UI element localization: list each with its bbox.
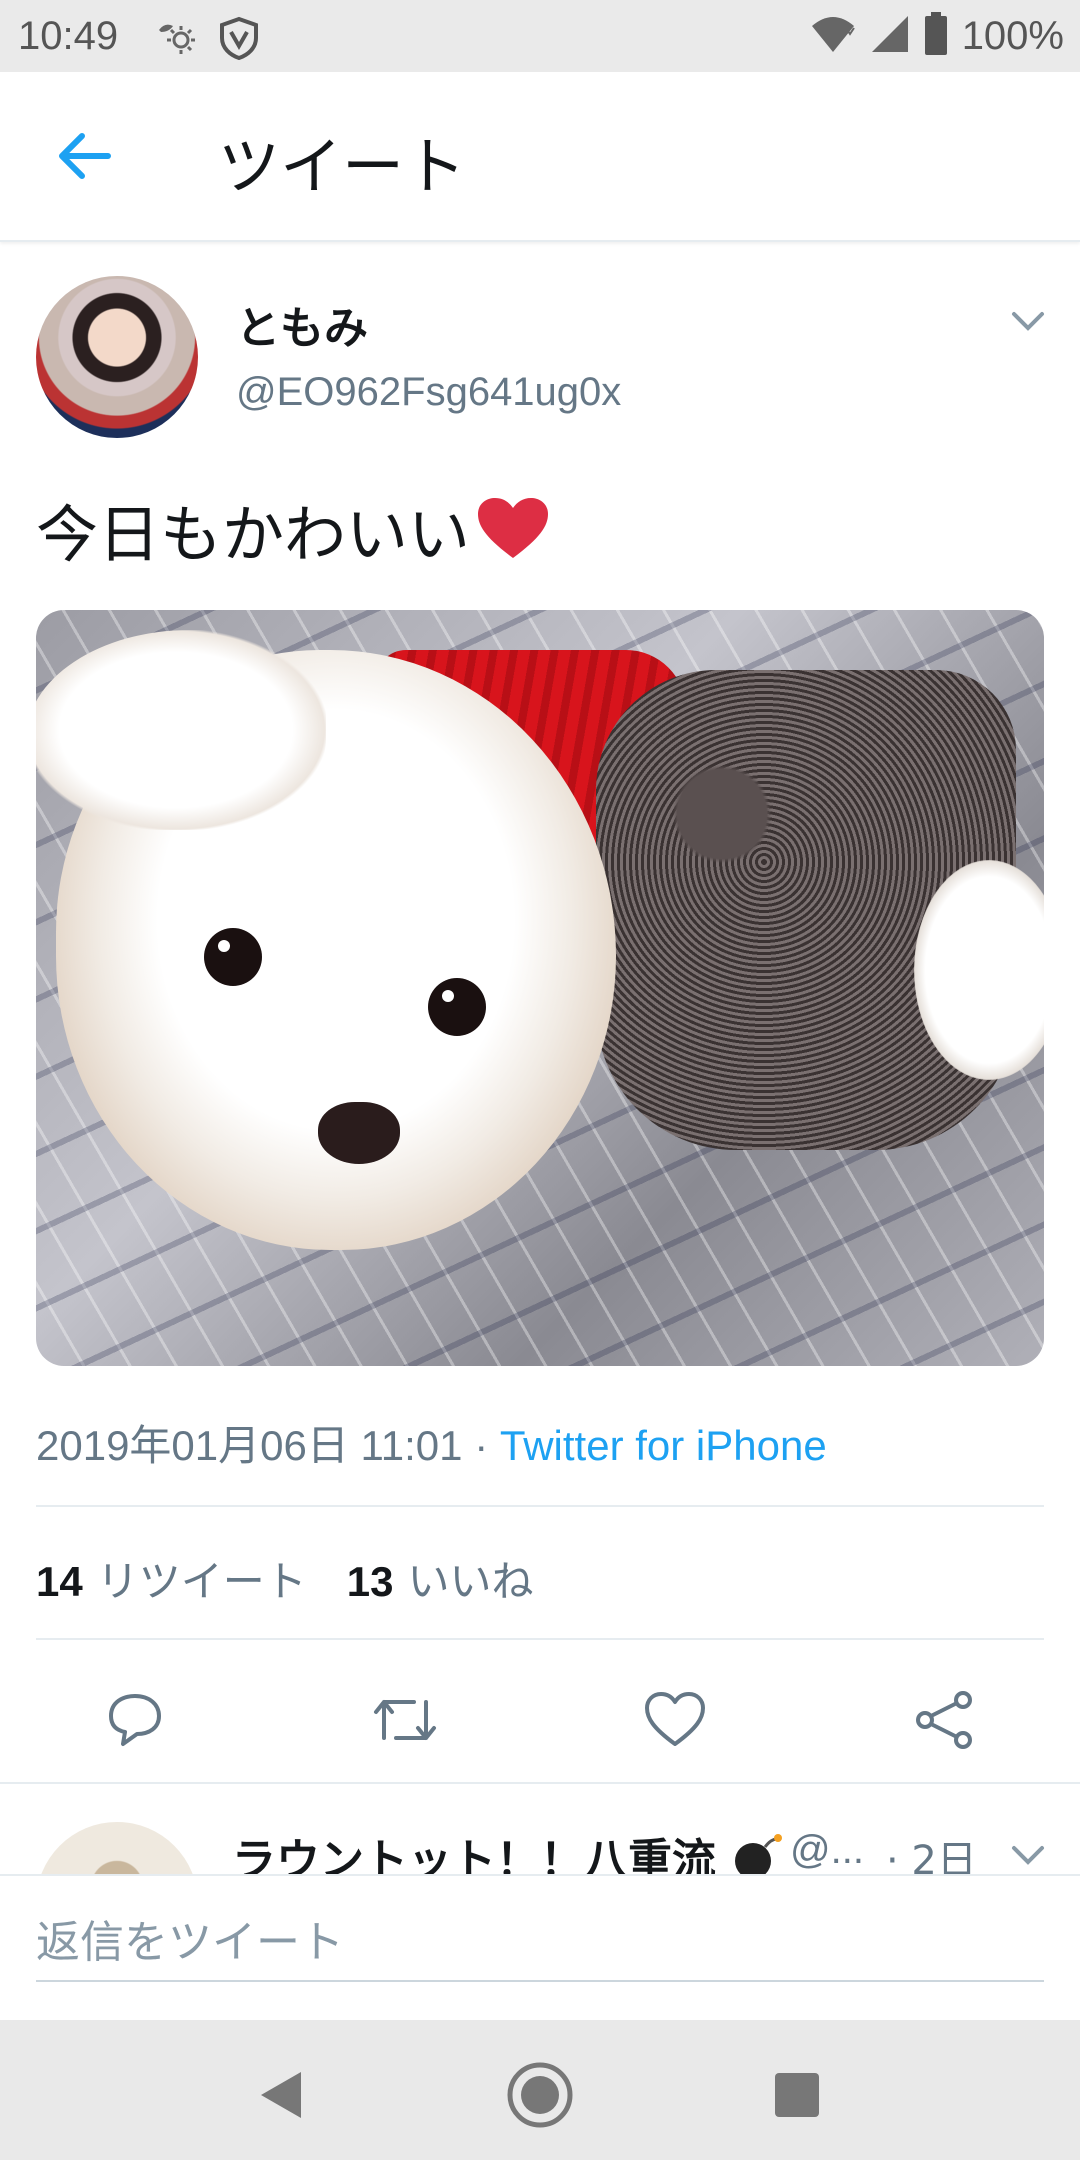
reply-avatar[interactable]: [36, 1822, 198, 1874]
reply-icon: [109, 1694, 161, 1746]
nav-back-button[interactable]: [245, 2060, 315, 2130]
meta-separator: ·: [474, 1422, 489, 1469]
reply-button[interactable]: [95, 1680, 175, 1760]
reply-input[interactable]: [36, 1904, 1044, 1982]
triangle-back-icon: [261, 2072, 301, 2118]
retweet-stat[interactable]: 14 リツイート: [36, 1548, 307, 1609]
reply-author-name-text: ラウントット！！八重流: [232, 1835, 716, 1874]
retweet-count: 14: [36, 1558, 83, 1605]
author-name[interactable]: ともみ: [236, 292, 368, 356]
like-button[interactable]: [635, 1680, 715, 1760]
chevron-down-icon: [1012, 1846, 1044, 1865]
author-avatar[interactable]: [36, 276, 198, 438]
battery-icon: [924, 12, 948, 60]
reply-compose-bar: [0, 1874, 1080, 2022]
tweet-text: 今日もかわいい: [36, 484, 550, 574]
reply-preview[interactable]: ラウントット！！八重流 @... · 2日: [0, 1784, 1080, 1874]
photo-dog-eye-left: [204, 928, 262, 986]
retweet-label: リツイート: [96, 1557, 307, 1606]
status-left-icons: [155, 16, 261, 64]
status-time: 10:49: [18, 14, 119, 58]
nav-home-button[interactable]: [505, 2060, 575, 2130]
signal-icon: [870, 14, 910, 58]
weather-icon: [155, 16, 199, 64]
photo-dog-ear: [36, 630, 326, 830]
tweet-photo[interactable]: [36, 610, 1044, 1366]
system-nav-bar: [0, 2020, 1080, 2160]
status-right: 100%: [810, 12, 1064, 60]
reply-menu-button[interactable]: [1008, 1840, 1048, 1870]
battery-percent: 100%: [961, 13, 1064, 58]
back-arrow-icon: [59, 133, 111, 179]
like-count: 13: [346, 1558, 394, 1605]
photo-dog-eye-right: [428, 978, 486, 1036]
like-label: いいね: [407, 1557, 534, 1606]
retweet-icon: [374, 1700, 436, 1740]
chevron-down-icon: [1012, 312, 1044, 331]
app-bar: ツイート: [0, 72, 1080, 242]
nav-recents-button[interactable]: [762, 2060, 832, 2130]
page-title: ツイート: [218, 130, 467, 203]
tweet-actions: [0, 1672, 1080, 1772]
square-recents-icon: [775, 2073, 819, 2117]
tweet-menu-button[interactable]: [1008, 306, 1048, 336]
like-stat[interactable]: 13 いいね: [347, 1548, 534, 1609]
share-icon: [916, 1691, 972, 1749]
share-button[interactable]: [905, 1680, 985, 1760]
tweet-stats: 14 リツイート 13 いいね: [36, 1548, 533, 1609]
reply-author-name: ラウントット！！八重流: [232, 1824, 783, 1874]
status-bar: 10:49 100%: [0, 0, 1080, 72]
back-button[interactable]: [50, 126, 120, 186]
tweet-text-content: 今日もかわいい: [36, 498, 471, 571]
tweet-timestamp: 2019年01月06日 11:01: [36, 1422, 463, 1469]
wifi-icon: [810, 14, 856, 58]
red-heart-emoji-icon: [478, 498, 549, 558]
divider: [36, 1638, 1044, 1640]
bomb-emoji-icon: [735, 1834, 783, 1874]
author-handle[interactable]: @EO962Fsg641ug0x: [236, 370, 621, 415]
tweet-meta: 2019年01月06日 11:01 · Twitter for iPhone: [36, 1412, 827, 1473]
reply-author-handle: @...: [790, 1828, 864, 1872]
divider: [36, 1505, 1044, 1507]
reply-time: · 2日: [886, 1838, 977, 1874]
tweet-source-link[interactable]: Twitter for iPhone: [500, 1422, 827, 1469]
retweet-button[interactable]: [365, 1680, 445, 1760]
shield-icon: [217, 16, 261, 64]
heart-icon: [645, 1692, 705, 1746]
circle-home-icon: [507, 2062, 573, 2128]
photo-dog-nose: [318, 1102, 400, 1164]
